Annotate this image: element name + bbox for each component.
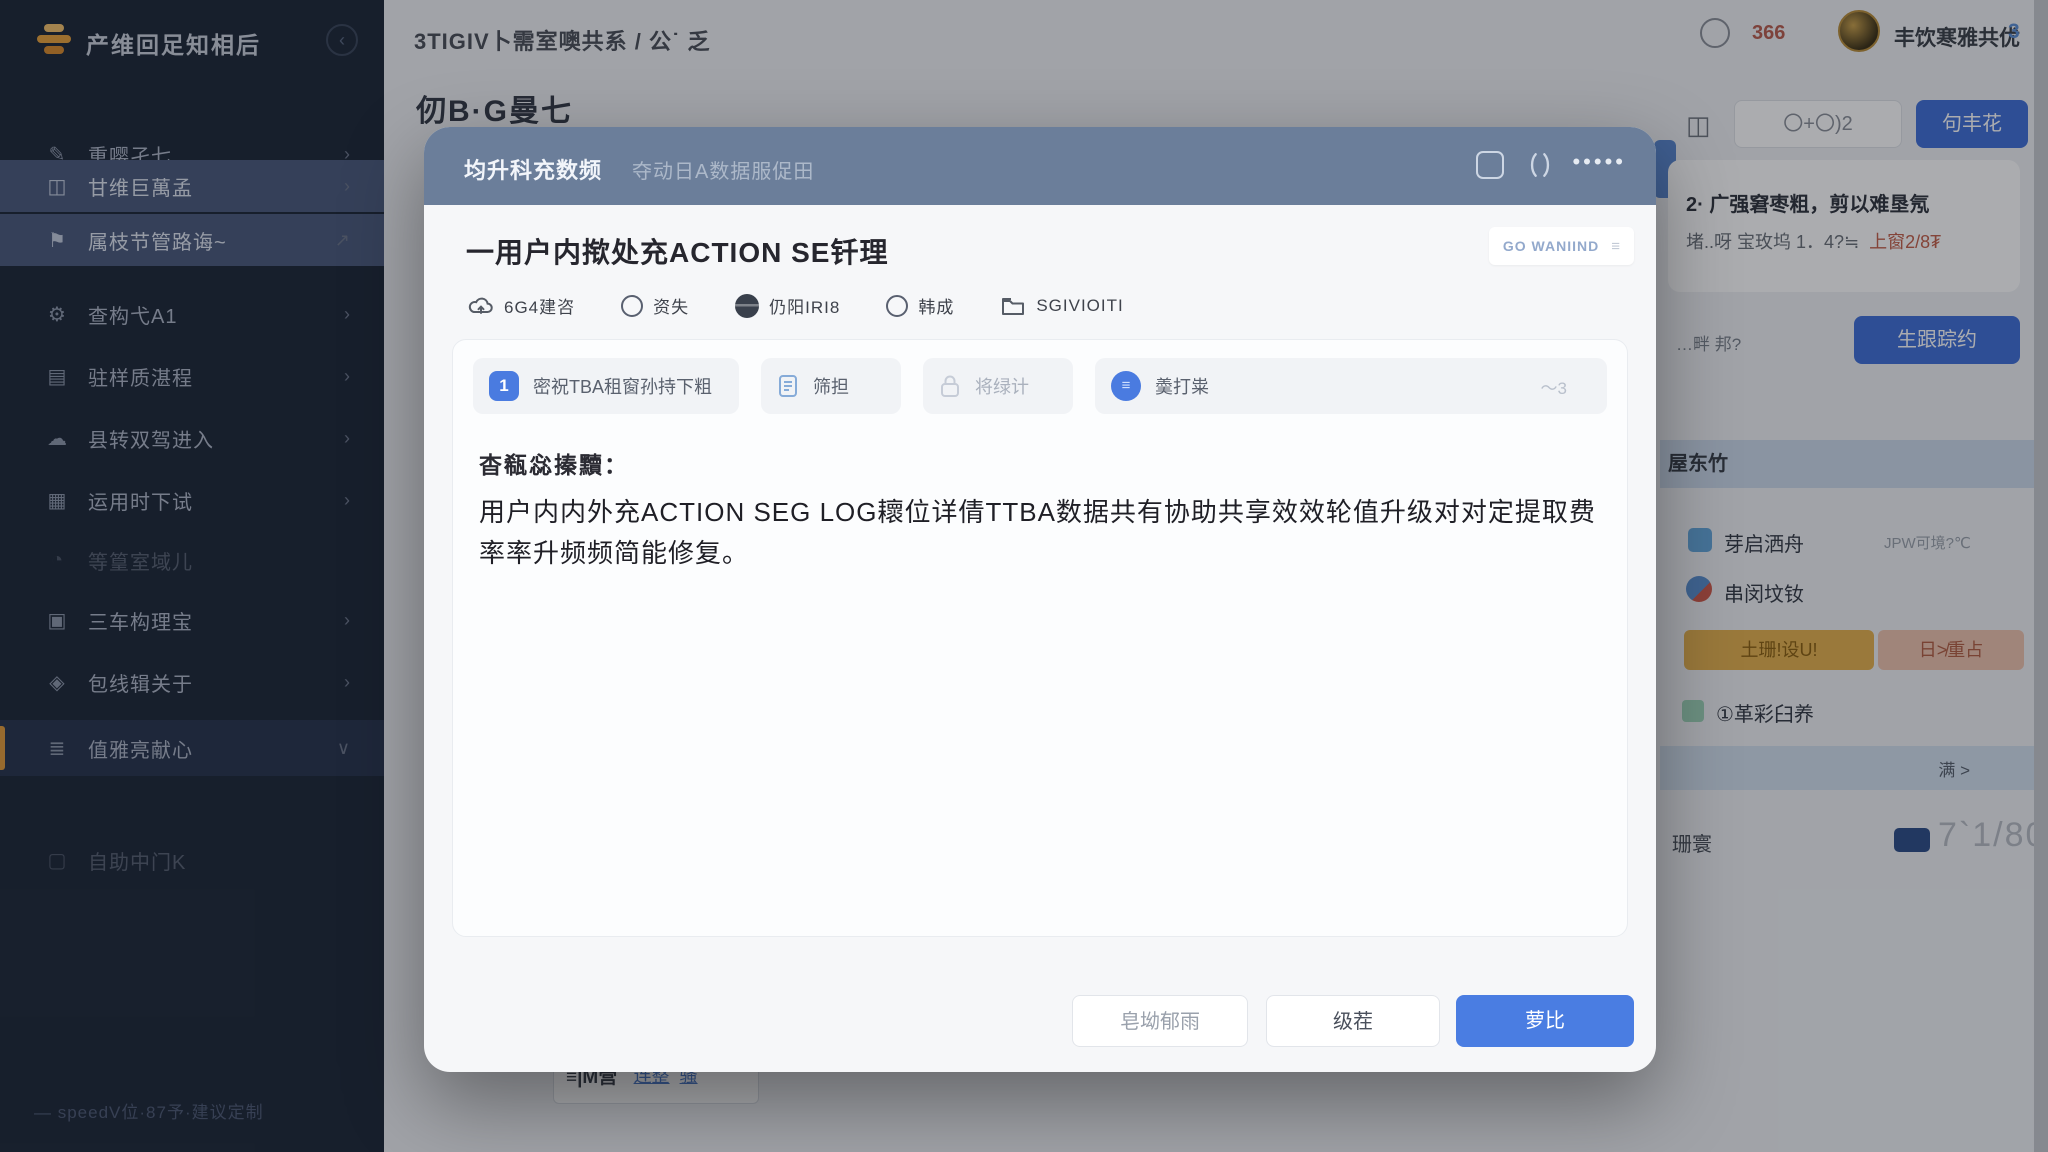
step-label: 筛担 [813,373,849,399]
status-item-5: SGIVIOITI [1000,295,1123,317]
status-item-2: 资失 [621,293,689,318]
step-4-count: 〜3 [1541,374,1567,399]
circle-icon [621,295,643,317]
folder-icon [1000,295,1026,317]
warning-badge-box-icon: ≡ [1611,238,1620,255]
expand-brackets-icon[interactable] [1526,151,1554,179]
step-1[interactable]: 1 密祝TBA租窗孙持下粗 [473,358,739,414]
status-label: SGIVIOITI [1036,296,1123,316]
status-label: 仍阳IRI8 [769,293,840,318]
secondary-button[interactable]: 级茬 [1266,995,1440,1047]
step-3[interactable]: 将绿计 [923,358,1073,414]
circle-icon [886,295,908,317]
status-row: 6G4建咨 资失 仍阳IRI8 韩成 SGIVIOITI [468,293,1124,318]
status-item-4: 韩成 [886,293,954,318]
copy-window-icon[interactable] [1476,151,1504,179]
status-label: 韩成 [918,293,954,318]
step-label: 密祝TBA租窗孙持下粗 [533,373,712,399]
step-label: 羮打粜 [1155,373,1209,399]
warning-badge-label: GO WANIIND [1503,238,1599,254]
document-icon [777,373,799,399]
step-label: 将绿计 [975,373,1029,399]
modal-inner-card: 1 密祝TBA租窗孙持下粗 筛担 将绿计 ≡ 羮打粜 [452,339,1628,937]
step-1-number-badge: 1 [489,371,519,401]
status-item-1: 6G4建咨 [468,293,575,318]
step-4-circle-badge: ≡ [1111,371,1141,401]
stepper: 1 密祝TBA租窗孙持下粗 筛担 将绿计 ≡ 羮打粜 [473,358,1607,414]
step-4[interactable]: ≡ 羮打粜 〜3 [1095,358,1607,414]
lock-icon [939,373,961,399]
ellipsis-menu-icon[interactable]: ••••• [1572,149,1626,175]
section-label: 杳瓻惢搸黷： [479,446,629,480]
body-paragraph: 用户内内外充ACTION SEG LOG耲位详倩TTBA数据共有协助共享效效轮值… [479,492,1609,574]
status-label: 资失 [653,293,689,318]
globe-dark-icon [735,294,759,318]
status-item-3: 仍阳IRI8 [735,293,840,318]
step-2[interactable]: 筛担 [761,358,901,414]
screen: 产维回足知相后 ‹ ✎ 重嘤孑七 › ◫ 甘维巨萬孟 › ⚑ 属枝节管路诲~ ↗… [0,0,2048,1152]
modal-dialog: 均升科充数频 夺动日A数据服促田 ••••• 一用户内揿处充ACTION SE钎… [424,127,1656,1072]
modal-heading: 一用户内揿处充ACTION SE钎理 [466,231,888,271]
modal-title: 均升科充数频 [464,153,602,185]
cloud-upload-icon [468,295,494,317]
status-label: 6G4建咨 [504,293,575,318]
modal-header: 均升科充数频 夺动日A数据服促田 ••••• [424,127,1656,205]
modal-subtitle: 夺动日A数据服促田 [632,155,814,184]
warning-badge[interactable]: GO WANIIND ≡ [1489,227,1634,265]
cancel-button[interactable]: 皂坳郁雨 [1072,995,1248,1047]
confirm-button[interactable]: 萝比 [1456,995,1634,1047]
